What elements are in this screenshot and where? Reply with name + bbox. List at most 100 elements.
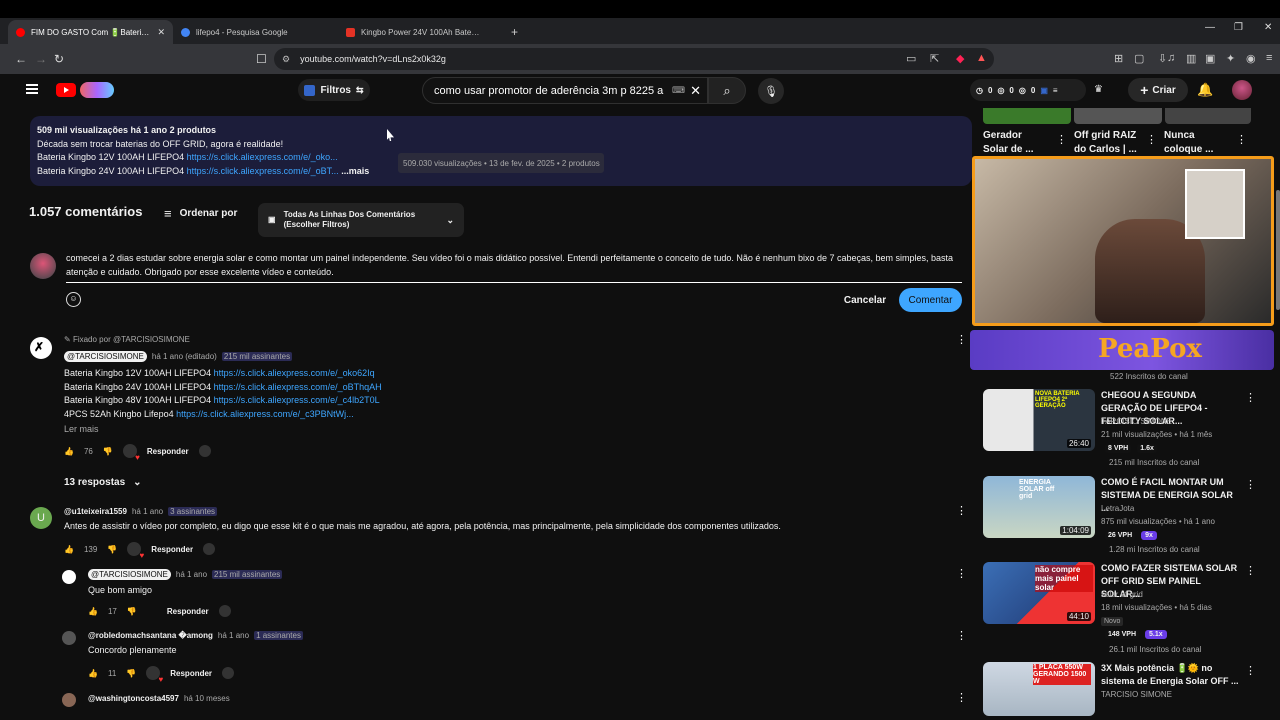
like-icon[interactable]: 👍 [88,607,98,616]
recommended-video[interactable]: 1 PLACA 550W GERANDO 1500 W 3X Mais potê… [983,662,1273,716]
comment-menu-icon[interactable]: ⋮ [956,691,967,704]
video-menu-icon[interactable]: ⋮ [1146,133,1157,146]
top-card-title[interactable]: Gerador Solar de ... [983,129,1045,157]
video-menu-icon[interactable]: ⋮ [1245,664,1256,677]
ai-reply-icon[interactable] [203,543,216,555]
dislike-icon[interactable]: 👎 [103,447,113,456]
voice-search-button[interactable]: 🎙 [758,78,784,104]
video-menu-icon[interactable]: ⋮ [1245,391,1256,404]
like-icon[interactable]: 👍 [64,447,74,456]
top-card-thumb[interactable] [983,108,1071,124]
replies-toggle[interactable]: 13 respostas ⌄ [64,477,142,488]
comment-time[interactable]: há 1 ano [218,631,249,640]
brave-shield-icon[interactable]: ◆ [956,52,964,65]
sidebar-icon[interactable]: ▥ [1186,52,1196,65]
comment-author[interactable]: @washingtoncosta4597 [88,694,179,703]
keyboard-icon[interactable]: ⌨ [672,85,685,96]
browser-tab-aliexpress[interactable]: Kingbo Power 24V 100Ah Bateria Li [338,20,503,44]
video-title[interactable]: 3X Mais potência 🔋🌞 no sistema de Energi… [1101,662,1241,688]
comment-menu-icon[interactable]: ⋮ [956,333,967,346]
site-info-icon[interactable]: ⚙ [282,54,290,65]
forward-icon[interactable]: → [35,52,47,66]
channel-name[interactable]: TARCISIO SIMONE [1101,417,1172,426]
read-more-link[interactable]: Ler mais [64,423,99,437]
video-thumbnail[interactable]: ENERGIA SOLAR off grid 1:04:09 [983,476,1095,538]
filters-button[interactable]: Filtros ⇆ [298,79,370,101]
reply-button[interactable]: Responder [167,607,209,616]
video-description[interactable]: 509 mil visualizações há 1 ano 2 produto… [30,116,972,186]
comment-menu-icon[interactable]: ⋮ [956,504,967,517]
commenter-avatar[interactable]: U [30,507,52,529]
recommended-video[interactable]: não compre mais painel solar 44:10 COMO … [983,562,1273,654]
account-avatar[interactable] [1232,80,1252,100]
youtube-logo[interactable] [56,83,76,97]
search-input[interactable]: como usar promotor de aderência 3m p 822… [422,77,708,104]
commenter-avatar[interactable] [62,570,76,584]
ai-icon[interactable]: ✦ [1226,52,1235,65]
close-window-icon[interactable]: ✕ [1264,22,1272,33]
reply-button[interactable]: Responder [170,669,212,678]
search-button[interactable]: ⌕ [708,77,746,104]
top-card-title[interactable]: Nunca coloque ... [1164,129,1224,157]
comment-author[interactable]: @TARCISIOSIMONE [64,351,147,362]
video-menu-icon[interactable]: ⋮ [1056,133,1067,146]
reply-button[interactable]: Responder [147,447,189,456]
doodle-logo[interactable] [80,82,114,98]
create-button[interactable]: + Criar [1128,78,1188,102]
show-more-link[interactable]: ...mais [341,166,369,176]
share-icon[interactable]: ⇱ [930,52,939,65]
commenter-avatar[interactable]: ✗ [30,337,52,359]
comment-author[interactable]: @u1teixeira1559 [64,507,127,516]
cast-icon[interactable]: ▭ [906,52,916,65]
bookmark-icon[interactable]: ☐ [256,52,267,66]
clear-search-icon[interactable]: ✕ [690,83,701,99]
comment-time[interactable]: há 10 meses [184,694,230,703]
reload-icon[interactable]: ↻ [54,52,64,66]
comment-link[interactable]: https://s.click.aliexpress.com/e/_c3PBNt… [176,409,354,419]
video-menu-icon[interactable]: ⋮ [1245,564,1256,577]
top-card-thumb[interactable] [1165,108,1251,124]
vpn-icon[interactable]: ◉ [1246,52,1256,65]
like-icon[interactable]: 👍 [64,545,74,554]
product-link[interactable]: https://s.click.aliexpress.com/e/_oko... [187,152,338,162]
channel-name[interactable]: TARCISIO SIMONE [1101,690,1172,699]
minimize-icon[interactable]: — [1205,22,1215,33]
page-scrollbar[interactable] [1276,190,1280,310]
dislike-icon[interactable]: 👎 [127,607,137,616]
cancel-button[interactable]: Cancelar [838,290,892,310]
ai-reply-icon[interactable] [198,445,211,457]
like-icon[interactable]: 👍 [88,669,98,678]
screenshot-icon[interactable]: ▢ [1134,52,1144,65]
comment-author[interactable]: @robledomachsantana �among [88,631,213,640]
comment-filter-dropdown[interactable]: ▣ Todas As Linhas Dos Comentários (Escolh… [258,203,464,237]
ai-reply-icon[interactable] [222,667,235,679]
video-thumbnail[interactable]: NOVA BATERIA LIFEPO4 2ª GERAÇÃO 26:40 [983,389,1095,451]
video-thumbnail[interactable]: 1 PLACA 550W GERANDO 1500 W [983,662,1095,716]
url-field[interactable]: ⚙ youtube.com/watch?v=dLns2x0k32g [274,48,994,70]
ai-reply-icon[interactable] [218,605,231,617]
comment-link[interactable]: https://s.click.aliexpress.com/e/_oBThqA… [214,382,382,392]
channel-name[interactable]: LetraJota [1101,504,1134,513]
dislike-icon[interactable]: 👎 [126,669,136,678]
submit-comment-button[interactable]: Comentar [899,288,962,312]
top-card-title[interactable]: Off grid RAIZ do Carlos | ... [1074,129,1146,157]
notifications-bell-icon[interactable]: 🔔 [1197,82,1213,98]
menu-icon[interactable]: ≡ [1266,52,1272,64]
dislike-icon[interactable]: 👎 [107,545,117,554]
sort-button[interactable]: ≡ Ordenar por [164,206,237,221]
channel-name[interactable]: solar of grid [1101,590,1143,599]
comment-menu-icon[interactable]: ⋮ [956,567,967,580]
top-card-thumb[interactable] [1074,108,1162,124]
wallet-icon[interactable]: ▣ [1205,52,1215,65]
comment-time[interactable]: há 1 ano (editado) [152,352,217,361]
recommended-video[interactable]: ENERGIA SOLAR off grid 1:04:09 COMO É FA… [983,476,1273,556]
reply-button[interactable]: Responder [151,545,193,554]
video-menu-icon[interactable]: ⋮ [1236,133,1247,146]
comment-link[interactable]: https://s.click.aliexpress.com/e/_oko62I… [214,368,375,378]
rewards-icon[interactable]: ▲ [976,52,987,64]
emoji-icon[interactable]: ☺ [66,292,81,307]
menu-hamburger-icon[interactable] [26,84,38,94]
music-icon[interactable]: ♫ [1167,52,1175,64]
extension-counters[interactable]: ◷ 0 ◎ 0 ◎ 0 ▣ ≡ [970,79,1086,101]
video-menu-icon[interactable]: ⋮ [1245,478,1256,491]
